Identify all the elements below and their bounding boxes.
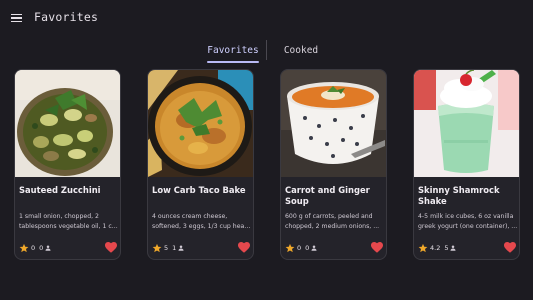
recipe-ingredients-line1: 600 g of carrots, peeled and bbox=[285, 213, 373, 220]
rating-value: 4.2 bbox=[430, 244, 441, 252]
rating-value: 0 bbox=[31, 244, 36, 252]
person-icon bbox=[178, 245, 184, 251]
cooked-count: 0 bbox=[305, 244, 310, 252]
recipe-image bbox=[414, 70, 519, 177]
cooked-count: 1 bbox=[172, 244, 177, 252]
tab-indicator bbox=[207, 61, 259, 63]
rating-value: 0 bbox=[297, 244, 302, 252]
favorite-heart-icon[interactable] bbox=[371, 242, 383, 253]
recipe-ingredients-line2: chopped, 2 medium onions, ... bbox=[285, 222, 380, 230]
person-icon bbox=[311, 245, 317, 251]
top-app-bar: Favorites bbox=[0, 0, 533, 36]
recipe-ingredients: 4-5 milk ice cubes, 6 oz vanilla greek y… bbox=[418, 212, 518, 231]
rating-value: 5 bbox=[164, 244, 169, 252]
cooked-count: 5 bbox=[444, 244, 449, 252]
recipe-title: Low Carb Taco Bake bbox=[152, 185, 246, 195]
star-icon bbox=[418, 243, 428, 253]
recipe-stats: 0 0 bbox=[19, 242, 117, 254]
star-icon bbox=[19, 243, 29, 253]
recipe-grid: Sauteed Zucchini 1 small onion, chopped,… bbox=[0, 69, 533, 261]
tab-bar: Favorites Cooked bbox=[0, 38, 533, 64]
favorite-heart-icon[interactable] bbox=[238, 242, 250, 253]
favorite-heart-icon[interactable] bbox=[105, 242, 117, 253]
recipe-ingredients: 1 small onion, chopped, 2 tablespoons ve… bbox=[19, 212, 119, 231]
recipe-ingredients-line1: 1 small onion, chopped, 2 bbox=[19, 213, 99, 220]
recipe-title: Skinny Shamrock Shake bbox=[418, 185, 500, 206]
person-icon bbox=[45, 245, 51, 251]
cooked-count: 0 bbox=[39, 244, 44, 252]
recipe-image bbox=[148, 70, 253, 177]
recipe-card[interactable]: Skinny Shamrock Shake 4-5 milk ice cubes… bbox=[413, 69, 520, 260]
recipe-ingredients: 4 ounces cream cheese, softened, 3 eggs,… bbox=[152, 212, 252, 231]
recipe-ingredients-line1: 4-5 milk ice cubes, 6 oz vanilla bbox=[418, 213, 514, 220]
recipe-ingredients-line1: 4 ounces cream cheese, bbox=[152, 213, 228, 220]
recipe-ingredients: 600 g of carrots, peeled and chopped, 2 … bbox=[285, 212, 385, 231]
recipe-image bbox=[15, 70, 120, 177]
recipe-card[interactable]: Carrot and Ginger Soup 600 g of carrots,… bbox=[280, 69, 387, 260]
recipe-stats: 4.2 5 bbox=[418, 242, 516, 254]
recipe-card[interactable]: Sauteed Zucchini 1 small onion, chopped,… bbox=[14, 69, 121, 260]
favorite-heart-icon[interactable] bbox=[504, 242, 516, 253]
recipe-stats: 0 0 bbox=[285, 242, 383, 254]
person-icon bbox=[450, 245, 456, 251]
tab-favorites[interactable]: Favorites bbox=[201, 38, 265, 62]
menu-icon[interactable] bbox=[8, 10, 24, 26]
recipe-title: Carrot and Ginger Soup bbox=[285, 185, 370, 206]
tab-divider bbox=[266, 40, 267, 60]
recipe-image bbox=[281, 70, 386, 177]
recipe-ingredients-line2: greek yogurt (one container), ... bbox=[418, 222, 518, 230]
recipe-card[interactable]: Low Carb Taco Bake 4 ounces cream cheese… bbox=[147, 69, 254, 260]
star-icon bbox=[152, 243, 162, 253]
recipe-ingredients-line2: tablespoons vegetable oil, 1 c... bbox=[19, 222, 118, 230]
recipe-title: Sauteed Zucchini bbox=[19, 185, 101, 195]
tab-cooked[interactable]: Cooked bbox=[272, 38, 330, 62]
page-title: Favorites bbox=[34, 10, 99, 24]
recipe-ingredients-line2: softened, 3 eggs, 1/3 cup heav... bbox=[152, 222, 252, 230]
recipe-stats: 5 1 bbox=[152, 242, 250, 254]
star-icon bbox=[285, 243, 295, 253]
